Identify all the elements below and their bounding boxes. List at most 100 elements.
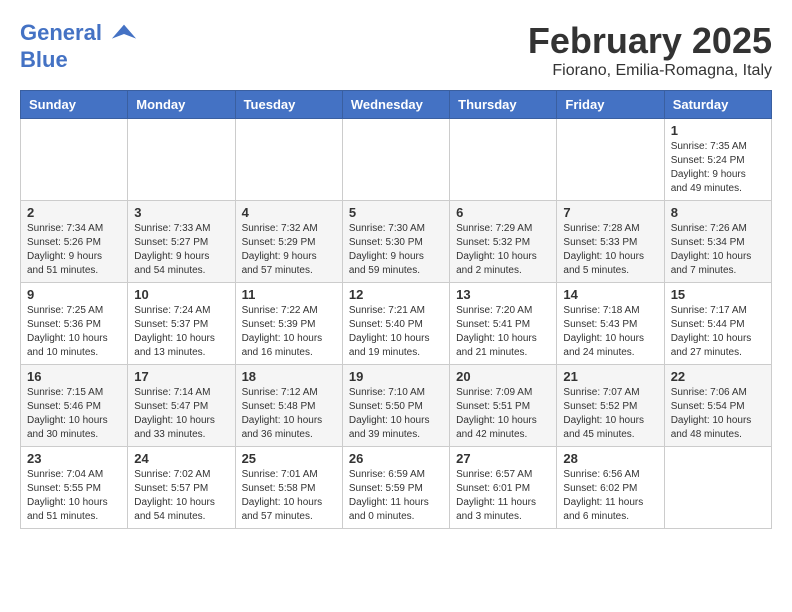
day-info: Sunrise: 7:29 AM Sunset: 5:32 PM Dayligh… <box>456 222 550 278</box>
weekday-header-wednesday: Wednesday <box>342 91 449 119</box>
day-info: Sunrise: 7:14 AM Sunset: 5:47 PM Dayligh… <box>134 386 228 442</box>
day-info: Sunrise: 7:25 AM Sunset: 5:36 PM Dayligh… <box>27 304 121 360</box>
calendar-table: SundayMondayTuesdayWednesdayThursdayFrid… <box>20 90 772 529</box>
calendar-cell: 18 Sunrise: 7:12 AM Sunset: 5:48 PM Dayli… <box>235 365 342 447</box>
calendar-cell: 9 Sunrise: 7:25 AM Sunset: 5:36 PM Daylig… <box>21 283 128 365</box>
day-info: Sunrise: 7:20 AM Sunset: 5:41 PM Dayligh… <box>456 304 550 360</box>
week-row-3: 9 Sunrise: 7:25 AM Sunset: 5:36 PM Daylig… <box>21 283 772 365</box>
calendar-cell: 8 Sunrise: 7:26 AM Sunset: 5:34 PM Daylig… <box>664 201 771 283</box>
weekday-header-friday: Friday <box>557 91 664 119</box>
day-number: 18 <box>242 369 336 384</box>
day-number: 7 <box>563 205 657 220</box>
day-number: 4 <box>242 205 336 220</box>
calendar-cell: 26 Sunrise: 6:59 AM Sunset: 5:59 PM Dayli… <box>342 447 449 529</box>
calendar-cell: 16Sunrise: 7:15 AM Sunset: 5:46 PM Dayli… <box>21 365 128 447</box>
day-number: 8 <box>671 205 765 220</box>
day-number: 17 <box>134 369 228 384</box>
day-info: Sunrise: 7:06 AM Sunset: 5:54 PM Dayligh… <box>671 386 765 442</box>
day-number: 20 <box>456 369 550 384</box>
logo-general: General <box>20 20 102 45</box>
logo-bird-icon <box>110 20 138 48</box>
day-number: 15 <box>671 287 765 302</box>
day-number: 2 <box>27 205 121 220</box>
calendar-cell: 27 Sunrise: 6:57 AM Sunset: 6:01 PM Dayli… <box>450 447 557 529</box>
calendar-cell: 15 Sunrise: 7:17 AM Sunset: 5:44 PM Dayli… <box>664 283 771 365</box>
day-info: Sunrise: 7:02 AM Sunset: 5:57 PM Dayligh… <box>134 468 228 524</box>
day-number: 21 <box>563 369 657 384</box>
day-number: 22 <box>671 369 765 384</box>
logo: General Blue <box>20 20 138 72</box>
day-info: Sunrise: 7:10 AM Sunset: 5:50 PM Dayligh… <box>349 386 443 442</box>
day-number: 26 <box>349 451 443 466</box>
day-info: Sunrise: 6:59 AM Sunset: 5:59 PM Dayligh… <box>349 468 443 524</box>
calendar-cell: 19Sunrise: 7:10 AM Sunset: 5:50 PM Dayli… <box>342 365 449 447</box>
day-number: 11 <box>242 287 336 302</box>
day-info: Sunrise: 7:12 AM Sunset: 5:48 PM Dayligh… <box>242 386 336 442</box>
day-number: 12 <box>349 287 443 302</box>
day-info: Sunrise: 7:22 AM Sunset: 5:39 PM Dayligh… <box>242 304 336 360</box>
logo-blue: Blue <box>20 48 138 72</box>
week-row-4: 16Sunrise: 7:15 AM Sunset: 5:46 PM Dayli… <box>21 365 772 447</box>
calendar-cell <box>128 119 235 201</box>
day-number: 13 <box>456 287 550 302</box>
weekday-header-tuesday: Tuesday <box>235 91 342 119</box>
day-number: 25 <box>242 451 336 466</box>
calendar-cell: 20 Sunrise: 7:09 AM Sunset: 5:51 PM Dayli… <box>450 365 557 447</box>
calendar-cell: 7 Sunrise: 7:28 AM Sunset: 5:33 PM Daylig… <box>557 201 664 283</box>
calendar-cell: 23Sunrise: 7:04 AM Sunset: 5:55 PM Dayli… <box>21 447 128 529</box>
weekday-header-saturday: Saturday <box>664 91 771 119</box>
month-title: February 2025 <box>528 20 772 62</box>
day-number: 6 <box>456 205 550 220</box>
calendar-cell: 21 Sunrise: 7:07 AM Sunset: 5:52 PM Dayli… <box>557 365 664 447</box>
day-info: Sunrise: 7:33 AM Sunset: 5:27 PM Dayligh… <box>134 222 228 278</box>
calendar-cell: 28 Sunrise: 6:56 AM Sunset: 6:02 PM Dayli… <box>557 447 664 529</box>
day-info: Sunrise: 7:28 AM Sunset: 5:33 PM Dayligh… <box>563 222 657 278</box>
location-title: Fiorano, Emilia-Romagna, Italy <box>528 62 772 80</box>
calendar-cell: 2 Sunrise: 7:34 AM Sunset: 5:26 PM Daylig… <box>21 201 128 283</box>
day-number: 24 <box>134 451 228 466</box>
calendar-cell: 13 Sunrise: 7:20 AM Sunset: 5:41 PM Dayli… <box>450 283 557 365</box>
day-number: 1 <box>671 123 765 138</box>
calendar-cell: 17 Sunrise: 7:14 AM Sunset: 5:47 PM Dayli… <box>128 365 235 447</box>
calendar-cell <box>664 447 771 529</box>
weekday-header-sunday: Sunday <box>21 91 128 119</box>
calendar-cell <box>557 119 664 201</box>
calendar-cell: 11 Sunrise: 7:22 AM Sunset: 5:39 PM Dayli… <box>235 283 342 365</box>
day-info: Sunrise: 7:35 AM Sunset: 5:24 PM Dayligh… <box>671 140 765 196</box>
calendar-cell: 25 Sunrise: 7:01 AM Sunset: 5:58 PM Dayli… <box>235 447 342 529</box>
calendar-cell: 6 Sunrise: 7:29 AM Sunset: 5:32 PM Daylig… <box>450 201 557 283</box>
day-number: 9 <box>27 287 121 302</box>
week-row-2: 2 Sunrise: 7:34 AM Sunset: 5:26 PM Daylig… <box>21 201 772 283</box>
day-info: Sunrise: 7:32 AM Sunset: 5:29 PM Dayligh… <box>242 222 336 278</box>
day-info: Sunrise: 7:24 AM Sunset: 5:37 PM Dayligh… <box>134 304 228 360</box>
week-row-5: 23Sunrise: 7:04 AM Sunset: 5:55 PM Dayli… <box>21 447 772 529</box>
day-info: Sunrise: 6:56 AM Sunset: 6:02 PM Dayligh… <box>563 468 657 524</box>
day-number: 10 <box>134 287 228 302</box>
day-info: Sunrise: 7:34 AM Sunset: 5:26 PM Dayligh… <box>27 222 121 278</box>
page-header: General Blue February 2025 Fiorano, Emil… <box>20 20 772 80</box>
day-info: Sunrise: 6:57 AM Sunset: 6:01 PM Dayligh… <box>456 468 550 524</box>
day-info: Sunrise: 7:01 AM Sunset: 5:58 PM Dayligh… <box>242 468 336 524</box>
day-number: 27 <box>456 451 550 466</box>
day-number: 28 <box>563 451 657 466</box>
calendar-cell: 5 Sunrise: 7:30 AM Sunset: 5:30 PM Daylig… <box>342 201 449 283</box>
calendar-cell <box>342 119 449 201</box>
day-info: Sunrise: 7:18 AM Sunset: 5:43 PM Dayligh… <box>563 304 657 360</box>
weekday-header-thursday: Thursday <box>450 91 557 119</box>
day-info: Sunrise: 7:26 AM Sunset: 5:34 PM Dayligh… <box>671 222 765 278</box>
calendar-cell: 14 Sunrise: 7:18 AM Sunset: 5:43 PM Dayli… <box>557 283 664 365</box>
day-info: Sunrise: 7:30 AM Sunset: 5:30 PM Dayligh… <box>349 222 443 278</box>
day-info: Sunrise: 7:07 AM Sunset: 5:52 PM Dayligh… <box>563 386 657 442</box>
day-info: Sunrise: 7:04 AM Sunset: 5:55 PM Dayligh… <box>27 468 121 524</box>
calendar-cell <box>235 119 342 201</box>
calendar-cell <box>450 119 557 201</box>
day-info: Sunrise: 7:17 AM Sunset: 5:44 PM Dayligh… <box>671 304 765 360</box>
day-number: 14 <box>563 287 657 302</box>
calendar-cell: 24 Sunrise: 7:02 AM Sunset: 5:57 PM Dayli… <box>128 447 235 529</box>
day-info: Sunrise: 7:21 AM Sunset: 5:40 PM Dayligh… <box>349 304 443 360</box>
day-number: 5 <box>349 205 443 220</box>
day-info: Sunrise: 7:09 AM Sunset: 5:51 PM Dayligh… <box>456 386 550 442</box>
week-row-1: 1 Sunrise: 7:35 AM Sunset: 5:24 PM Daylig… <box>21 119 772 201</box>
calendar-cell: 4 Sunrise: 7:32 AM Sunset: 5:29 PM Daylig… <box>235 201 342 283</box>
day-number: 16 <box>27 369 121 384</box>
